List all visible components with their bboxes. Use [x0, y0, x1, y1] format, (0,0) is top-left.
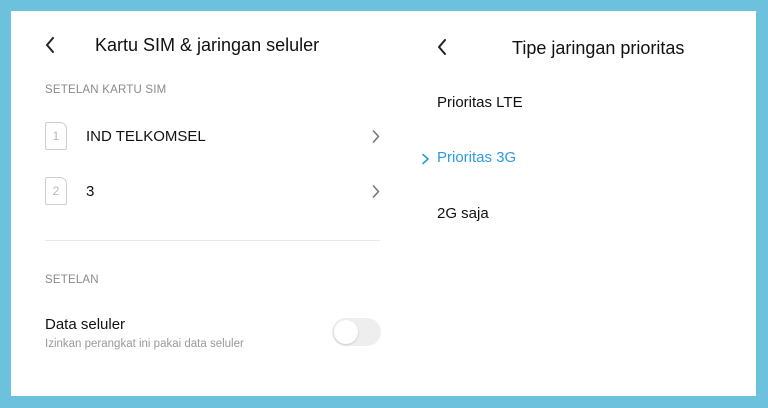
- mobile-data-title: Data seluler: [45, 316, 126, 333]
- chevron-left-icon: [46, 37, 54, 53]
- option-label: Prioritas 3G: [437, 149, 517, 166]
- sim-name: IND TELKOMSEL: [86, 128, 206, 145]
- sim-name: 3: [86, 183, 95, 200]
- sim-card-icon: 1: [45, 122, 67, 150]
- settings-section-label: SETELAN: [45, 274, 99, 286]
- mobile-data-subtitle: Izinkan perangkat ini pakai data seluler: [45, 338, 244, 350]
- sim-card-icon: 2: [45, 177, 67, 205]
- screen-frame: Kartu SIM & jaringan seluler SETELAN KAR…: [11, 11, 756, 396]
- page-title: Tipe jaringan prioritas: [512, 38, 685, 58]
- option-2g-saja[interactable]: 2G saja: [421, 195, 741, 235]
- check-icon: [422, 153, 429, 165]
- chevron-left-icon: [438, 39, 446, 55]
- divider: [45, 240, 380, 241]
- back-button[interactable]: [40, 33, 60, 57]
- sim-row-1[interactable]: 1 IND TELKOMSEL: [11, 112, 396, 160]
- sim-slot-number: 1: [52, 129, 60, 143]
- chevron-right-icon: [370, 129, 382, 143]
- chevron-right-icon: [370, 184, 382, 198]
- sim-section-label: SETELAN KARTU SIM: [45, 84, 167, 96]
- back-button[interactable]: [432, 35, 452, 59]
- option-prioritas-3g[interactable]: Prioritas 3G: [421, 139, 741, 179]
- option-label: 2G saja: [437, 205, 489, 222]
- toggle-knob: [334, 320, 358, 344]
- page-title: Kartu SIM & jaringan seluler: [95, 35, 320, 55]
- mobile-data-toggle[interactable]: [332, 318, 381, 346]
- option-label: Prioritas LTE: [437, 94, 523, 111]
- sim-slot-number: 2: [52, 184, 60, 198]
- sim-row-2[interactable]: 2 3: [11, 167, 396, 215]
- option-prioritas-lte[interactable]: Prioritas LTE: [421, 84, 741, 124]
